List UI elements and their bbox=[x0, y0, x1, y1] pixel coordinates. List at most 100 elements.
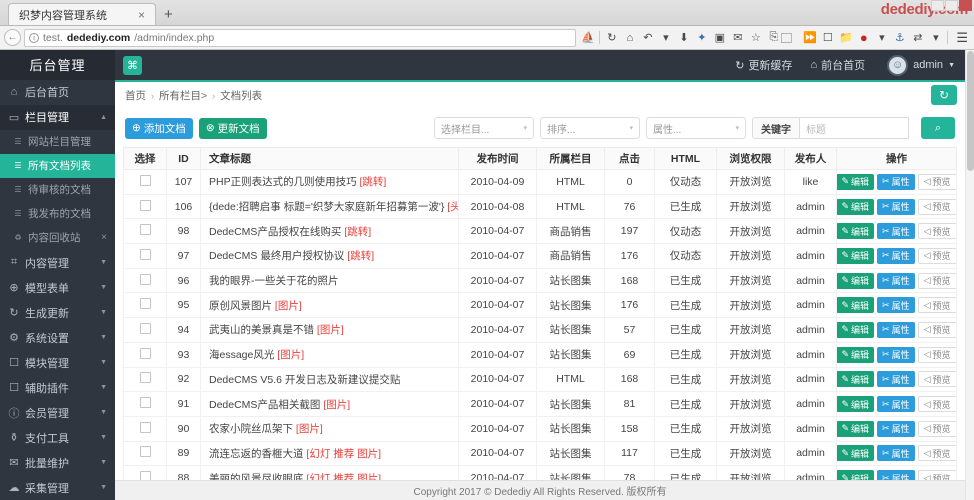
attribute-button[interactable]: ✂ 属性 bbox=[877, 346, 915, 363]
link-icon[interactable]: ⇄ bbox=[911, 31, 924, 44]
clipboard-icon[interactable]: ⎘ bbox=[767, 31, 780, 44]
row-title[interactable]: DedeCMS V5.6 开发日志及新建议提交贴 bbox=[200, 366, 459, 393]
row-checkbox[interactable] bbox=[139, 347, 151, 359]
attribute-button[interactable]: ✂ 属性 bbox=[877, 470, 915, 480]
sidebar-item-generate[interactable]: ↻ 生成更新 ▼ bbox=[0, 300, 115, 325]
home-icon[interactable]: ⌂ bbox=[623, 32, 636, 44]
menu-icon[interactable]: ☰ bbox=[953, 30, 968, 46]
shield-icon[interactable]: ⛵ bbox=[581, 31, 595, 44]
sidebar-item-members[interactable]: ⓘ 会员管理 ▼ bbox=[0, 400, 115, 425]
row-checkbox[interactable] bbox=[139, 471, 151, 480]
row-title[interactable]: 农家小院丝瓜架下 [图片] bbox=[200, 415, 459, 442]
table-row[interactable]: 97 DedeCMS 最终用户授权协议 [跳转] 2010-04-07 商品销售 176… bbox=[123, 243, 957, 269]
attribute-button[interactable]: ✂ 属性 bbox=[877, 420, 915, 437]
chevron-down-icon[interactable]: ▾ bbox=[659, 31, 672, 44]
sidebar-item-collect[interactable]: ☁ 采集管理 ▼ bbox=[0, 475, 115, 500]
page-info-icon[interactable]: i bbox=[29, 32, 39, 43]
sidebar-item-system[interactable]: ⚙ 系统设置 ▼ bbox=[0, 325, 115, 350]
row-title[interactable]: DedeCMS产品授权在线购买 [跳转] bbox=[200, 218, 459, 245]
attribute-button[interactable]: ✂ 属性 bbox=[877, 272, 915, 289]
preview-button[interactable]: ◁ 预览 bbox=[917, 223, 956, 240]
mail-icon[interactable]: ✉ bbox=[731, 31, 744, 44]
table-row[interactable]: 91 DedeCMS产品相关截图 [图片] 2010-04-07 站长图集 81 已生成开… bbox=[123, 391, 957, 417]
back-icon[interactable]: ← bbox=[4, 29, 21, 46]
table-row[interactable]: 96 我的眼界-一些关于花的照片 2010-04-07 站长图集 168 已生成 开放浏览 a… bbox=[123, 267, 957, 294]
edit-button[interactable]: ✎ 编辑 bbox=[837, 346, 875, 363]
save-icon[interactable]: ▣ bbox=[713, 31, 726, 44]
table-row[interactable]: 107 PHP正则表达式的几则使用技巧 [跳转] 2010-04-09 HTML 0 仅动… bbox=[123, 169, 957, 195]
row-checkbox[interactable] bbox=[139, 421, 151, 433]
search-input[interactable]: 标题 bbox=[799, 117, 909, 139]
attribute-button[interactable]: ✂ 属性 bbox=[877, 396, 915, 413]
close-icon[interactable]: × bbox=[134, 8, 149, 22]
preview-button[interactable]: ◁ 预览 bbox=[917, 321, 956, 338]
edit-button[interactable]: ✎ 编辑 bbox=[837, 371, 875, 388]
chevron-down-icon-2[interactable]: ▾ bbox=[875, 31, 888, 44]
preview-button[interactable]: ◁ 预览 bbox=[917, 247, 956, 264]
minimize-button[interactable] bbox=[931, 0, 944, 11]
chevron-down-icon-3[interactable]: ▾ bbox=[929, 31, 942, 44]
attribute-button[interactable]: ✂ 属性 bbox=[877, 198, 915, 215]
attribute-button[interactable]: ✂ 属性 bbox=[877, 321, 915, 338]
table-row[interactable]: 89 流连忘返的香榧大道 [幻灯 推荐 图片] 2010-04-07 站长图集 117 已… bbox=[123, 440, 957, 467]
row-title[interactable]: 美丽的风景尽收眼底 [幻灯 推荐 图片] bbox=[200, 465, 459, 480]
edit-button[interactable]: ✎ 编辑 bbox=[837, 445, 875, 462]
reload-icon[interactable]: ↻ bbox=[605, 31, 618, 44]
preview-button[interactable]: ◁ 预览 bbox=[917, 198, 956, 215]
send-icon[interactable]: ⏩ bbox=[803, 31, 817, 44]
table-row[interactable]: 93 海essage风光 [图片] 2010-04-07 站长图集 69 已生成 开放浏览 a… bbox=[123, 341, 957, 368]
anchor-icon[interactable]: ⚓ bbox=[893, 31, 906, 44]
preview-button[interactable]: ◁ 预览 bbox=[917, 297, 956, 314]
row-title[interactable]: 原创风景图片 [图片] bbox=[200, 292, 459, 319]
attribute-button[interactable]: ✂ 属性 bbox=[877, 371, 915, 388]
sidebar-item-batch[interactable]: ✉ 批量维护 ▼ bbox=[0, 450, 115, 475]
add-doc-button[interactable]: ⊕ 添加文档 bbox=[125, 117, 193, 139]
row-checkbox[interactable] bbox=[139, 224, 151, 236]
table-row[interactable]: 94 武夷山的美景真是不错 [图片] 2010-04-07 站长图集 57 已生成 开放浏览… bbox=[123, 317, 957, 343]
preview-button[interactable]: ◁ 预览 bbox=[917, 396, 956, 413]
preview-button[interactable]: ◁ 预览 bbox=[917, 173, 956, 190]
attribute-button[interactable]: ✂ 属性 bbox=[877, 445, 915, 462]
attribute-button[interactable]: ✂ 属性 bbox=[877, 247, 915, 264]
user-menu[interactable]: ☺ admin ▼ bbox=[887, 54, 955, 76]
close-icon[interactable]: × bbox=[101, 232, 107, 243]
edit-button[interactable]: ✎ 编辑 bbox=[837, 321, 875, 338]
row-checkbox[interactable] bbox=[139, 298, 151, 310]
window-icon[interactable]: ☐ bbox=[821, 31, 834, 44]
preview-button[interactable]: ◁ 预览 bbox=[917, 420, 956, 437]
attribute-button[interactable]: ✂ 属性 bbox=[877, 223, 915, 240]
address-input[interactable]: i test. dedediy.com/admin/index.php bbox=[24, 28, 577, 47]
row-checkbox[interactable] bbox=[139, 322, 151, 334]
edit-button[interactable]: ✎ 编辑 bbox=[837, 223, 875, 240]
row-title[interactable]: 我的眼界-一些关于花的照片 bbox=[200, 267, 459, 294]
breadcrumb-item-doclist[interactable]: 文档列表 bbox=[220, 88, 262, 103]
row-checkbox[interactable] bbox=[139, 372, 151, 384]
row-checkbox[interactable] bbox=[139, 199, 151, 211]
table-row[interactable]: 95 原创风景图片 [图片] 2010-04-07 站长图集 176 已生成 开放浏览 adm… bbox=[123, 292, 957, 319]
sidebar-item-payment[interactable]: ⚱ 支付工具 ▼ bbox=[0, 425, 115, 450]
edit-button[interactable]: ✎ 编辑 bbox=[837, 297, 875, 314]
update-cache-button[interactable]: ↻ 更新缓存 bbox=[735, 57, 792, 73]
row-title[interactable]: 流连忘返的香榧大道 [幻灯 推荐 图片] bbox=[200, 440, 459, 467]
update-doc-button[interactable]: ⊗ 更新文档 bbox=[198, 117, 267, 139]
sidebar-subitem-recycle[interactable]: ♻ 内容回收站 × bbox=[0, 226, 115, 250]
sort-dropdown[interactable]: 排序... ▾ bbox=[540, 117, 640, 139]
preview-button[interactable]: ◁ 预览 bbox=[917, 346, 956, 363]
sidebar-item-models[interactable]: ⊕ 模型表单 ▼ bbox=[0, 275, 115, 300]
rss-icon[interactable]: ⃞ bbox=[785, 30, 798, 46]
record-icon[interactable]: ● bbox=[857, 30, 870, 45]
download-icon[interactable]: ⬇ bbox=[677, 31, 690, 44]
row-checkbox[interactable] bbox=[139, 446, 151, 458]
refresh-button[interactable]: ↻ bbox=[931, 85, 957, 105]
preview-button[interactable]: ◁ 预览 bbox=[917, 272, 956, 289]
browser-tab[interactable]: 织梦内容管理系统 × bbox=[8, 3, 156, 25]
search-button[interactable]: ⌕ bbox=[921, 117, 955, 139]
edit-button[interactable]: ✎ 编辑 bbox=[837, 470, 875, 480]
bookmark-star-icon[interactable]: ☆ bbox=[749, 31, 762, 44]
sidebar-item-modules[interactable]: ☐ 模块管理 ▼ bbox=[0, 350, 115, 375]
preview-button[interactable]: ◁ 预览 bbox=[917, 371, 956, 388]
attribute-button[interactable]: ✂ 属性 bbox=[877, 297, 915, 314]
edit-button[interactable]: ✎ 编辑 bbox=[837, 396, 875, 413]
sidebar-subitem-my-docs[interactable]: ☰ 我发布的文档 bbox=[0, 202, 115, 226]
table-row[interactable]: 90 农家小院丝瓜架下 [图片] 2010-04-07 站长图集 158 已生成 开放浏览 a… bbox=[123, 415, 957, 442]
